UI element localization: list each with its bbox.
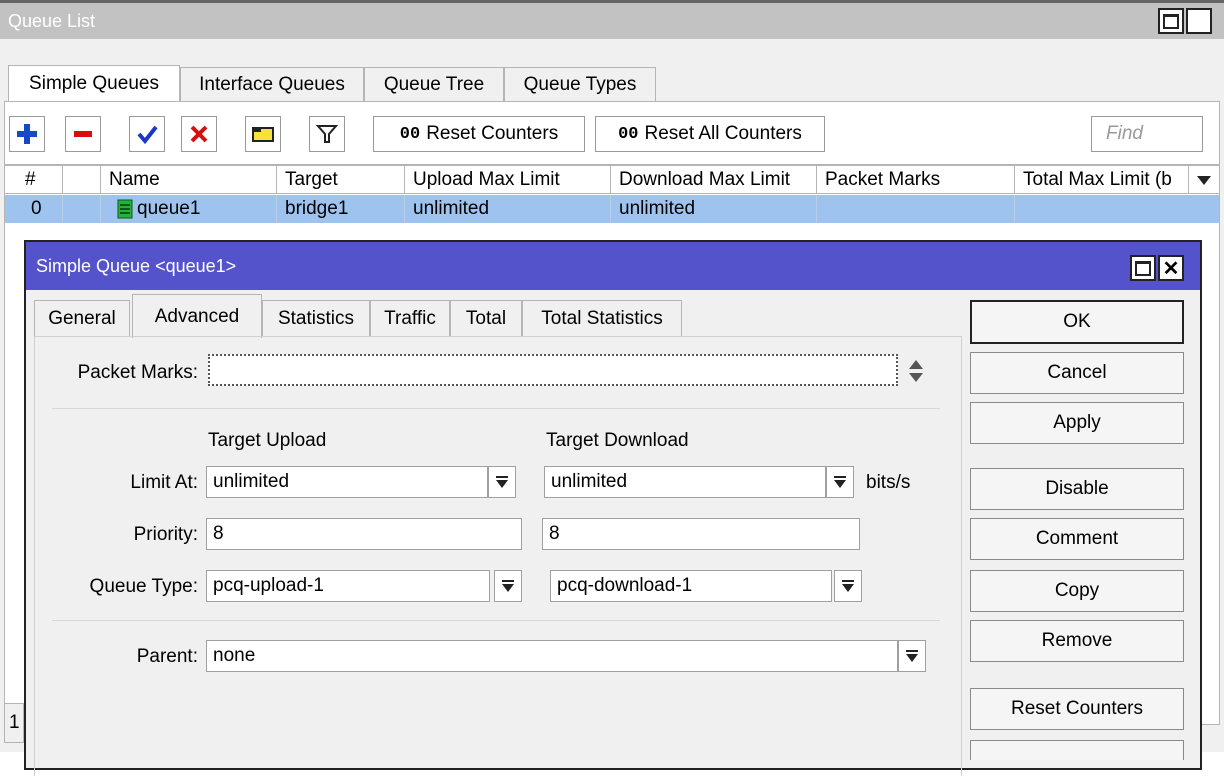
remove-button[interactable] <box>65 116 101 152</box>
tab-advanced[interactable]: Advanced <box>132 294 262 338</box>
priority-download-input[interactable]: 8 <box>542 518 860 550</box>
column-header-name[interactable]: Name <box>101 166 277 194</box>
dropdown-arrow-icon <box>834 476 846 488</box>
tab-statistics[interactable]: Statistics <box>262 300 370 336</box>
cancel-button[interactable]: Cancel <box>970 352 1184 394</box>
packet-marks-label: Packet Marks: <box>77 362 198 383</box>
remove-button[interactable]: Remove <box>970 620 1184 662</box>
column-header-index[interactable]: # <box>5 166 63 194</box>
add-button[interactable] <box>9 116 45 152</box>
dialog-titlebar[interactable]: Simple Queue <queue1> ✕ <box>26 242 1200 290</box>
tab-queue-types[interactable]: Queue Types <box>504 67 656 101</box>
queue-type-upload-dropdown[interactable] <box>494 570 522 602</box>
disable-button[interactable] <box>181 116 217 152</box>
tab-total-statistics[interactable]: Total Statistics <box>522 300 682 336</box>
row-target: bridge1 <box>277 195 405 223</box>
column-menu-icon[interactable] <box>1189 166 1219 194</box>
sort-updown-icon[interactable] <box>906 358 926 384</box>
divider <box>52 620 940 621</box>
comment-button[interactable] <box>245 116 281 152</box>
column-header-upload-max-limit[interactable]: Upload Max Limit <box>405 166 611 194</box>
queue-list-titlebar[interactable]: Queue List ✕ <box>0 3 1224 39</box>
limit-at-label: Limit At: <box>130 472 198 493</box>
limit-at-download-input[interactable]: unlimited <box>544 466 826 498</box>
row-packet-marks <box>817 195 1015 223</box>
tab-interface-queues[interactable]: Interface Queues <box>180 67 364 101</box>
column-header-download-max-limit[interactable]: Download Max Limit <box>611 166 817 194</box>
queue-type-upload-select[interactable]: pcq-upload-1 <box>206 570 490 602</box>
tab-total[interactable]: Total <box>450 300 522 336</box>
column-header-total-max-limit[interactable]: Total Max Limit (b <box>1015 166 1189 194</box>
column-header-target[interactable]: Target <box>277 166 405 194</box>
cross-icon <box>190 125 208 143</box>
apply-button[interactable]: Apply <box>970 402 1184 444</box>
row-upload-max-limit: unlimited <box>405 195 611 223</box>
counter-icon: 00 <box>399 124 421 144</box>
limit-at-upload-input[interactable]: unlimited <box>206 466 488 498</box>
row-download-max-limit: unlimited <box>611 195 817 223</box>
target-download-header: Target Download <box>546 430 689 451</box>
enable-button[interactable] <box>129 116 165 152</box>
maximize-icon[interactable] <box>1158 8 1184 34</box>
window-title: Queue List <box>8 11 96 31</box>
limit-at-download-dropdown[interactable] <box>826 466 854 498</box>
table-header: # Name Target Upload Max Limit Download … <box>5 166 1219 194</box>
copy-button[interactable]: Copy <box>970 570 1184 612</box>
queue-type-download-dropdown[interactable] <box>834 570 862 602</box>
dropdown-arrow-icon <box>906 650 918 662</box>
column-header-packet-marks[interactable]: Packet Marks <box>817 166 1015 194</box>
filter-icon <box>316 125 338 143</box>
dropdown-arrow-icon <box>842 580 854 592</box>
reset-all-counters-button[interactable]: 00 Reset All Counters <box>595 116 825 152</box>
parent-label: Parent: <box>136 646 198 667</box>
status-bar: 1 <box>4 703 24 743</box>
counter-icon: 00 <box>618 124 639 144</box>
queue-type-download-select[interactable]: pcq-download-1 <box>550 570 832 602</box>
row-index: 0 <box>5 195 63 223</box>
reset-all-counters-button-partial[interactable] <box>970 740 1184 760</box>
toolbar: 00 Reset Counters 00 Reset All Counters … <box>4 101 1220 165</box>
tab-simple-queues[interactable]: Simple Queues <box>8 65 180 101</box>
reset-counters-button[interactable]: 00 Reset Counters <box>373 116 585 152</box>
target-upload-header: Target Upload <box>208 430 327 451</box>
note-icon <box>252 127 274 142</box>
priority-label: Priority: <box>133 524 198 545</box>
comment-button[interactable]: Comment <box>970 518 1184 560</box>
row-name: queue1 <box>101 195 277 223</box>
disable-button[interactable]: Disable <box>970 468 1184 510</box>
packet-marks-field[interactable] <box>208 354 898 386</box>
limit-at-upload-dropdown[interactable] <box>488 466 516 498</box>
ok-button[interactable]: OK <box>970 300 1184 344</box>
row-total-max-limit <box>1015 195 1219 223</box>
advanced-panel <box>34 336 962 776</box>
row-flags <box>63 195 101 223</box>
queue-type-label: Queue Type: <box>89 576 198 597</box>
reset-counters-button[interactable]: Reset Counters <box>970 688 1184 730</box>
close-icon[interactable]: ✕ <box>1158 255 1184 281</box>
queue-icon <box>117 199 133 219</box>
limit-at-unit: bits/s <box>866 472 911 493</box>
column-header-spacer <box>63 166 101 194</box>
dropdown-arrow-icon <box>496 476 508 488</box>
tab-general[interactable]: General <box>34 300 130 336</box>
close-icon[interactable]: ✕ <box>1186 8 1212 34</box>
table-row[interactable]: 0 queue1 bridge1 unlimited unlimited <box>5 195 1219 223</box>
maximize-icon[interactable] <box>1130 255 1156 281</box>
dialog-title: Simple Queue <queue1> <box>36 256 237 276</box>
find-input[interactable]: Find <box>1091 116 1203 152</box>
parent-select[interactable]: none <box>206 640 898 672</box>
tab-queue-tree[interactable]: Queue Tree <box>364 67 504 101</box>
priority-upload-input[interactable]: 8 <box>206 518 522 550</box>
parent-dropdown[interactable] <box>898 640 926 672</box>
plus-icon <box>17 124 37 144</box>
tab-traffic[interactable]: Traffic <box>370 300 450 336</box>
dropdown-arrow-icon <box>502 580 514 592</box>
checkmark-icon <box>137 125 158 145</box>
minus-icon <box>74 131 92 137</box>
divider <box>52 408 940 409</box>
filter-button[interactable] <box>309 116 345 152</box>
